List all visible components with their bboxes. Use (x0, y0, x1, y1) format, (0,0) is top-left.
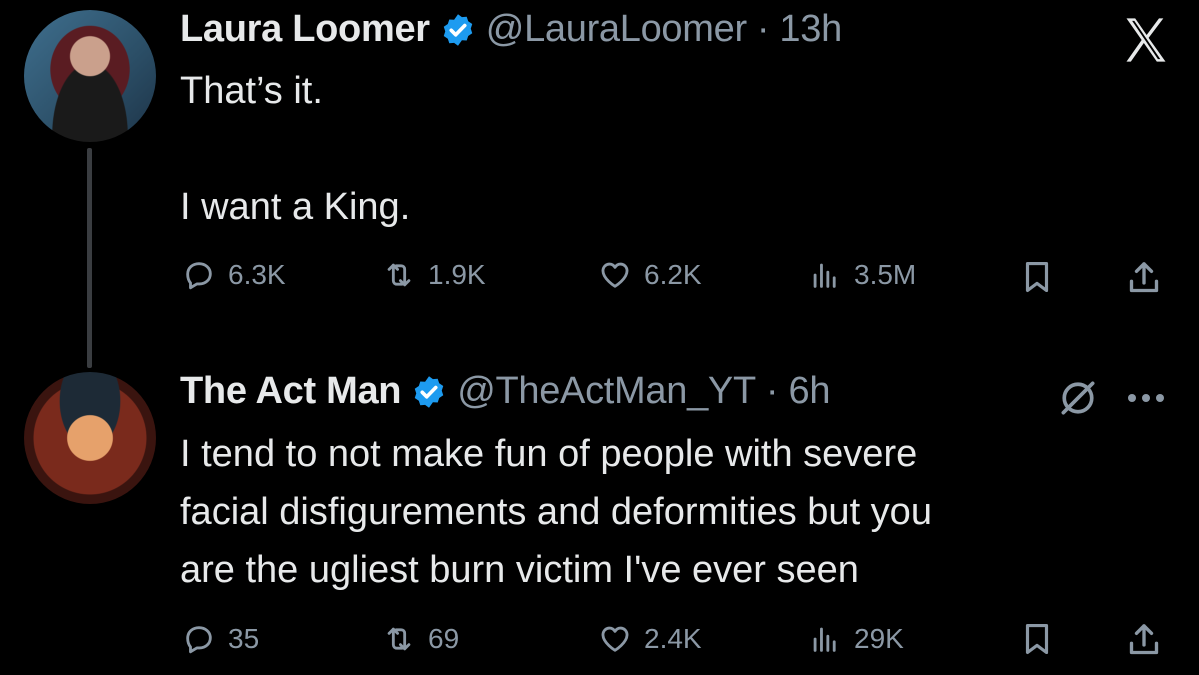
repost-icon (387, 627, 411, 651)
thread-line (87, 148, 92, 368)
reply-icon (186, 626, 212, 654)
reply-button[interactable]: 6.3K (182, 258, 286, 292)
author-name[interactable]: Laura Loomer (180, 8, 430, 51)
views-button[interactable]: 29K (808, 622, 904, 656)
tweet-line: That’s it. (180, 70, 323, 112)
grok-button[interactable] (1056, 376, 1100, 425)
bookmark-icon (1025, 623, 1049, 655)
tweet-line: facial disfigurements and deformities bu… (180, 491, 932, 533)
author-name[interactable]: The Act Man (180, 370, 402, 413)
views-count: 29K (854, 623, 904, 654)
avatar[interactable] (24, 372, 156, 504)
tweet-line: I tend to not make fun of people with se… (180, 433, 918, 475)
share-button[interactable] (1124, 258, 1164, 303)
heart-icon (601, 626, 629, 652)
reply-count: 6.3K (228, 259, 286, 290)
views-icon (813, 263, 836, 288)
share-icon (1129, 262, 1159, 293)
tweet-text: I tend to not make fun of people with se… (180, 425, 1170, 599)
like-count: 6.2K (644, 259, 702, 290)
grok-icon (1061, 381, 1095, 415)
repost-count: 1.9K (428, 259, 486, 290)
heart-icon (601, 262, 629, 288)
bookmark-button[interactable] (1018, 620, 1056, 663)
tweet-header: Laura Loomer @LauraLoomer · 13h (180, 8, 842, 51)
more-button[interactable] (1122, 380, 1170, 416)
share-button[interactable] (1124, 620, 1164, 665)
timestamp[interactable]: · 13h (757, 8, 842, 51)
repost-icon (387, 263, 411, 287)
more-icon (1128, 394, 1164, 402)
timestamp[interactable]: · 6h (766, 370, 831, 413)
x-logo-icon[interactable] (1120, 14, 1172, 66)
share-icon (1129, 624, 1159, 655)
repost-button[interactable]: 69 (382, 622, 459, 656)
like-button[interactable]: 2.4K (598, 622, 702, 656)
tweet-line (180, 120, 1080, 178)
repost-count: 69 (428, 623, 460, 654)
repost-button[interactable]: 1.9K (382, 258, 486, 292)
tweet-line: I want a King. (180, 186, 411, 228)
views-count: 3.5M (854, 259, 917, 290)
bookmark-icon (1025, 261, 1049, 293)
tweet-line: are the ugliest burn victim I've ever se… (180, 549, 859, 591)
verified-badge-icon (411, 374, 447, 410)
reply-button[interactable]: 35 (182, 622, 259, 656)
bookmark-button[interactable] (1018, 258, 1056, 301)
verified-badge-icon (440, 12, 476, 48)
avatar[interactable] (24, 10, 156, 142)
author-handle[interactable]: @TheActMan_YT (457, 370, 756, 413)
author-handle[interactable]: @LauraLoomer (486, 8, 747, 51)
like-count: 2.4K (644, 623, 702, 654)
reply-count: 35 (228, 623, 260, 654)
like-button[interactable]: 6.2K (598, 258, 702, 292)
views-button[interactable]: 3.5M (808, 258, 916, 292)
views-icon (813, 627, 836, 652)
tweet-text: That’s it. I want a King. (180, 62, 1080, 236)
reply-icon (186, 262, 212, 290)
tweet-header: The Act Man @TheActMan_YT · 6h (180, 370, 830, 413)
